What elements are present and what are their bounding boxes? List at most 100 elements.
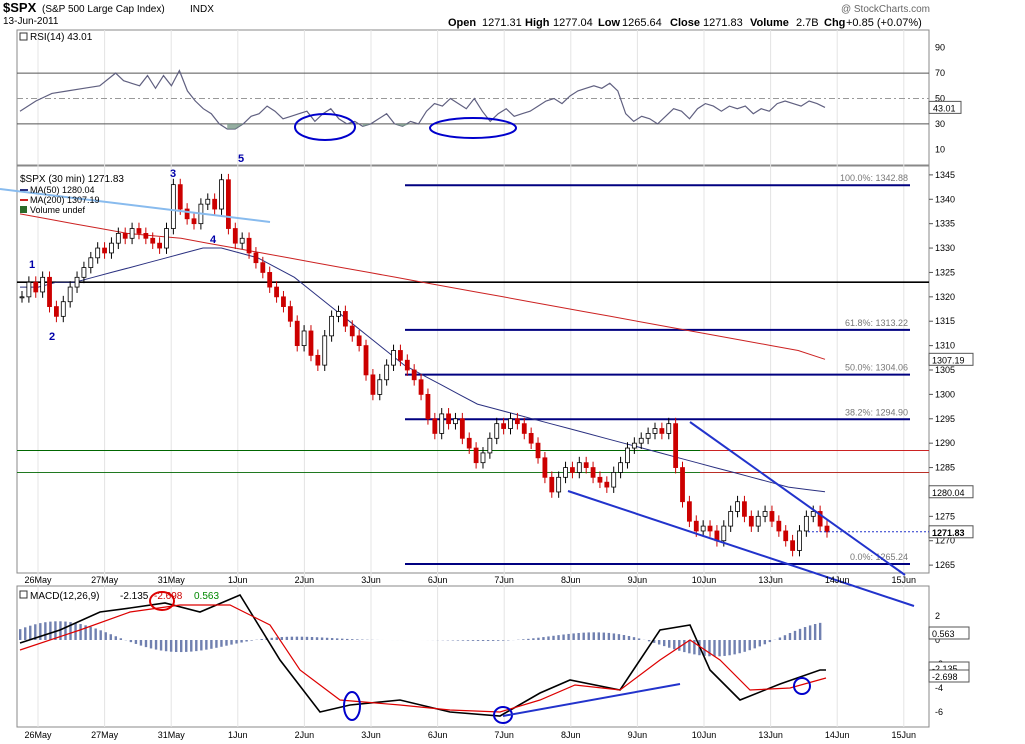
x-tick-label-price: 13Jun xyxy=(758,575,783,585)
candle-body xyxy=(95,247,101,259)
macd-histogram-bar xyxy=(688,640,691,654)
index-name: (S&P 500 Large Cap Index) xyxy=(42,4,165,15)
macd-histogram-bar xyxy=(240,640,243,643)
candle-body xyxy=(446,413,451,425)
macd-histogram-bar xyxy=(532,638,535,640)
candle-body xyxy=(549,476,555,493)
candle-body xyxy=(246,237,252,254)
candle-body xyxy=(308,330,314,356)
rsi-annotation-ellipse xyxy=(429,117,517,139)
macd-histogram-bar xyxy=(572,633,575,640)
x-tick-label-macd: 10Jun xyxy=(692,730,717,740)
macd-histogram-bar xyxy=(180,640,183,653)
candle-body xyxy=(377,379,383,395)
macd-histogram-bar xyxy=(164,640,168,652)
price-y-tick: 1315 xyxy=(935,316,955,326)
rsi-y-tick: 30 xyxy=(935,119,945,129)
candle-body xyxy=(576,462,582,473)
macd-histogram-bar xyxy=(245,640,248,642)
price-y-tick: 1340 xyxy=(935,194,955,204)
x-tick-label-macd: 8Jun xyxy=(561,730,581,740)
candle-body xyxy=(659,428,665,434)
price-y-tick: 1295 xyxy=(935,414,955,424)
macd-histogram-bar xyxy=(547,636,550,640)
candle-body xyxy=(693,520,699,532)
candle-body xyxy=(109,242,114,254)
volume-label: Volume xyxy=(750,17,789,29)
macd-histogram-bar xyxy=(210,640,213,649)
ma50-legend: MA(50) 1280.04 xyxy=(30,185,95,195)
macd-histogram-bar xyxy=(768,640,772,643)
symbol: $SPX xyxy=(3,0,37,15)
wave-label: 4 xyxy=(210,234,217,246)
candle-body xyxy=(47,276,52,307)
macd-histogram-bar xyxy=(24,627,27,640)
macd-histogram-bar xyxy=(225,640,228,646)
macd-histogram-bar xyxy=(215,640,218,648)
candle-body xyxy=(122,233,128,239)
macd-histogram-bar xyxy=(612,633,616,640)
vertical-gridlines xyxy=(37,30,905,727)
macd-histogram-bar xyxy=(285,636,289,640)
macd-histogram-bar xyxy=(190,640,193,652)
macd-histogram-bar xyxy=(466,640,470,641)
macd-histogram-bar xyxy=(476,640,480,641)
candle-body xyxy=(115,233,121,244)
macd-histogram-bar xyxy=(718,640,721,657)
macd-histogram-bar xyxy=(763,640,767,645)
candle-body xyxy=(597,476,603,483)
rsi-oversold-fill xyxy=(227,123,244,129)
macd-histogram-bar xyxy=(280,637,284,640)
candle-body xyxy=(508,418,513,429)
candle-body xyxy=(329,315,335,337)
macd-histogram-bar xyxy=(119,638,123,640)
candle-body xyxy=(707,525,713,532)
macd-histogram-bar xyxy=(315,637,319,640)
macd-histogram-bar xyxy=(481,640,485,641)
macd-divergence-line xyxy=(502,683,681,717)
macd-histogram-bar xyxy=(587,632,590,640)
macd-histogram-bar xyxy=(351,639,354,640)
candle-body xyxy=(542,457,548,478)
macd-histogram-bar xyxy=(290,636,294,640)
rsi-legend: RSI(14) 43.01 xyxy=(19,32,93,43)
macd-histogram-bar xyxy=(657,640,661,645)
candle-body xyxy=(810,511,816,517)
macd-histogram-bar xyxy=(582,632,585,640)
price-tag-text: 1307.19 xyxy=(932,355,965,365)
macd-histogram-bar xyxy=(200,640,203,651)
candle-body xyxy=(755,515,761,527)
candle-body xyxy=(735,501,740,512)
candle-body xyxy=(459,418,465,439)
macd-histogram-bar xyxy=(139,640,143,646)
candle-body xyxy=(611,472,617,488)
macd-legend: MACD(12,26,9) -2.135 -2.698 0.563 xyxy=(19,590,219,602)
candle-body xyxy=(191,218,197,225)
price-y-tick: 1330 xyxy=(935,243,955,253)
macd-histogram-bar xyxy=(205,640,208,650)
macd-value-tag-text: -2.698 xyxy=(932,672,958,682)
candle-body xyxy=(164,228,169,249)
price-y-tick: 1310 xyxy=(935,341,955,351)
candle-body xyxy=(40,276,46,293)
candle-body xyxy=(521,423,527,434)
candle-body xyxy=(769,511,775,522)
ohlc-readout: Open 1271.31 High 1277.04 Low 1265.64 Cl… xyxy=(448,17,922,29)
candle-body xyxy=(748,515,754,527)
macd-panel: 20-2-4-60.563-2.135-2.698 xyxy=(19,591,970,724)
candle-body xyxy=(824,525,830,533)
rsi-panel-frame xyxy=(16,29,930,166)
candle-body xyxy=(425,393,431,420)
macd-histogram-bar xyxy=(552,635,555,640)
candle-body xyxy=(466,437,472,449)
macd-histogram-bar xyxy=(109,634,112,640)
x-tick-label-price: 27May xyxy=(91,575,119,585)
macd-histogram-bar xyxy=(728,640,731,656)
macd-histogram-bar xyxy=(104,632,107,640)
candle-body xyxy=(150,237,156,244)
price-y-tick: 1275 xyxy=(935,511,955,521)
macd-histogram-bar xyxy=(502,640,505,641)
candle-body xyxy=(514,418,520,425)
candle-body xyxy=(631,442,637,449)
candle-body xyxy=(686,501,692,522)
